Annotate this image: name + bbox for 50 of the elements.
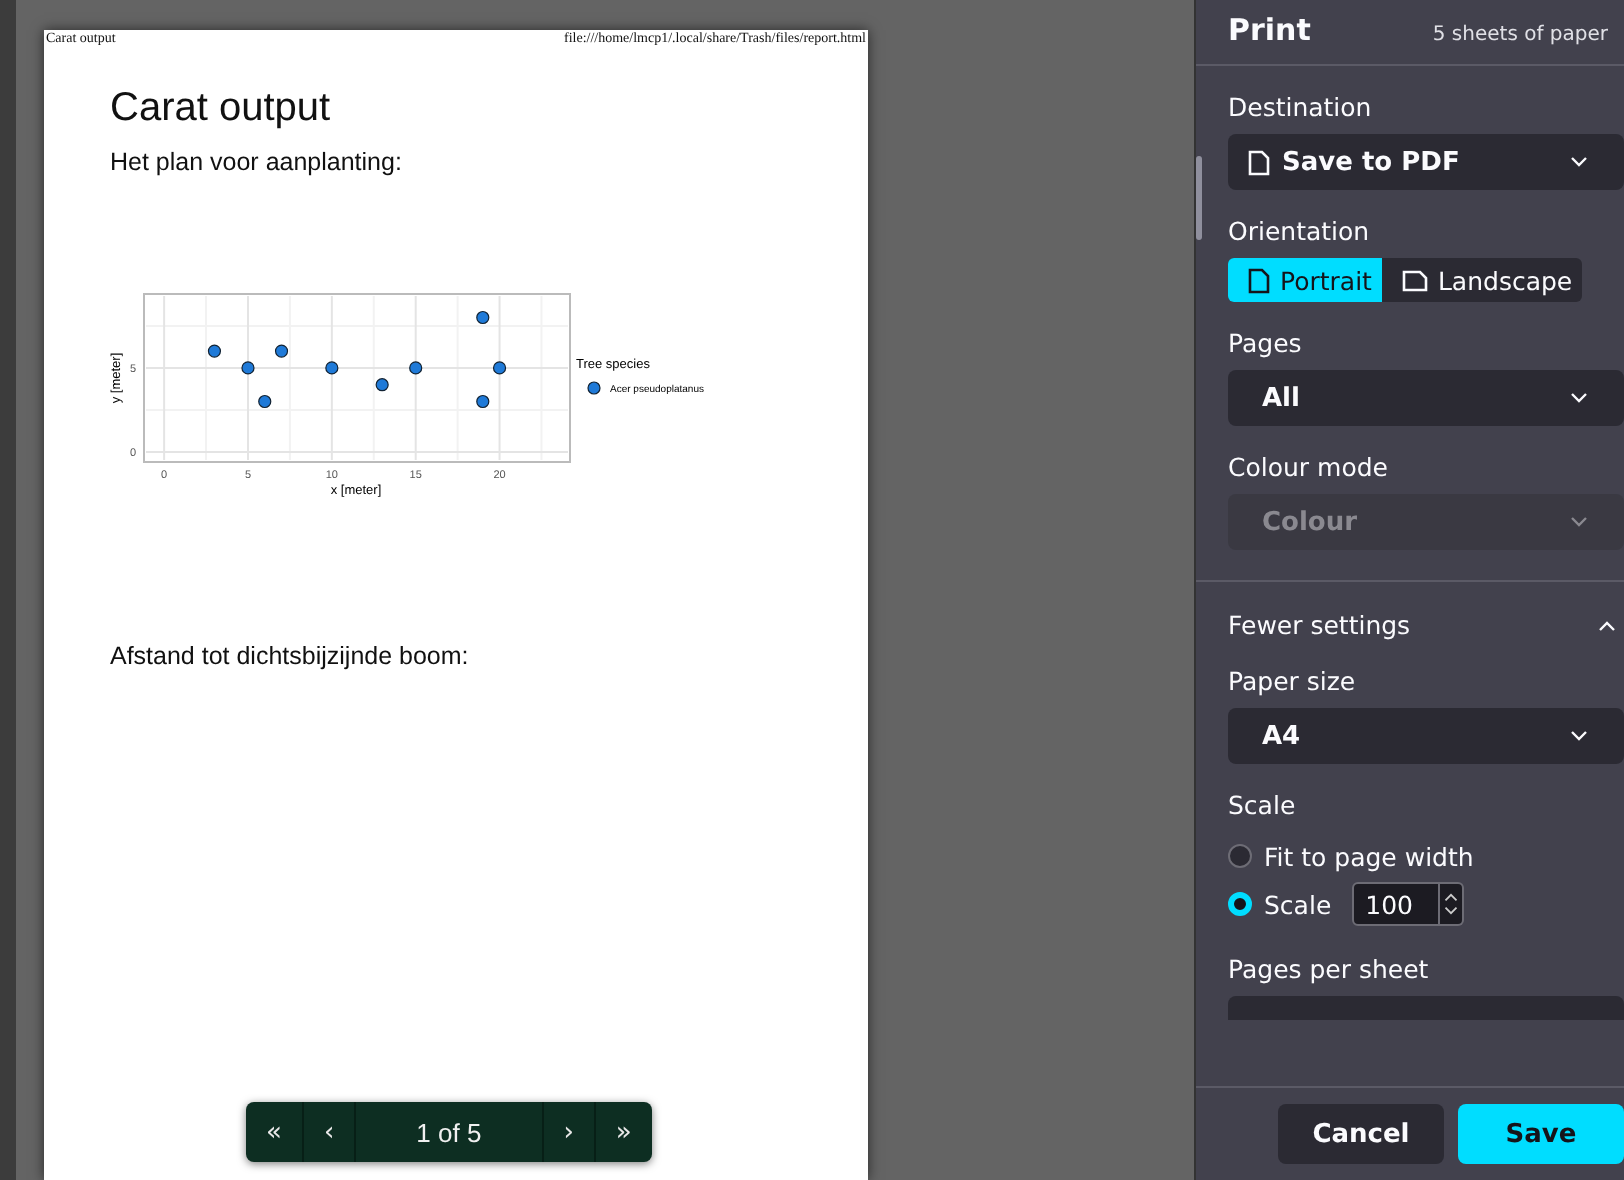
data-point: [207, 344, 222, 358]
chevron-down-icon: [1570, 516, 1588, 528]
document-icon: [1401, 269, 1428, 291]
field-label: Destination: [1228, 92, 1374, 122]
orientation-option[interactable]: Landscape: [1381, 258, 1583, 302]
field-label: Pages: [1228, 328, 1304, 358]
panel-title: Print: [1228, 12, 1311, 48]
destination-select[interactable]: Save to PDF: [1228, 134, 1624, 190]
data-point: [492, 361, 507, 375]
data-point: [258, 394, 272, 409]
first-page-button[interactable]: «: [246, 1102, 304, 1162]
scale-field[interactable]: 100: [1351, 882, 1440, 926]
chevron-down-icon: [1570, 392, 1588, 404]
document-title: Carat output: [110, 86, 333, 132]
field-label: Colour mode: [1228, 452, 1390, 482]
radio-label[interactable]: Fit to page width: [1264, 841, 1474, 871]
field-label: Pages per sheet: [1228, 954, 1431, 984]
data-point: [375, 378, 389, 392]
paper-size-select[interactable]: A4: [1228, 708, 1624, 764]
spinner-icon[interactable]: [1439, 882, 1464, 926]
settings-toggle[interactable]: Fewer settings: [1228, 610, 1624, 640]
save-button[interactable]: Save: [1458, 1104, 1624, 1164]
radio-label[interactable]: Scale: [1264, 889, 1332, 919]
scrollbar-thumb[interactable]: [1196, 156, 1202, 240]
radio-button[interactable]: [1228, 844, 1252, 868]
chevron-up-icon: [1598, 619, 1616, 631]
field-label: Scale: [1228, 790, 1298, 820]
previous-page-button[interactable]: ‹: [303, 1102, 357, 1162]
data-point: [325, 361, 339, 375]
data-point: [476, 310, 490, 325]
document-icon: [1248, 149, 1270, 175]
field-label: Orientation: [1228, 216, 1372, 246]
data-point: [409, 361, 423, 375]
last-page-button[interactable]: »: [595, 1102, 652, 1162]
radio-button[interactable]: [1228, 892, 1252, 916]
next-page-button[interactable]: ›: [543, 1102, 596, 1162]
document-icon: [1248, 267, 1270, 293]
orientation-option[interactable]: Portrait: [1228, 258, 1382, 302]
pages-select[interactable]: All: [1228, 370, 1624, 426]
cancel-button[interactable]: Cancel: [1278, 1104, 1444, 1164]
sheet-count: 5 sheets of paper: [1432, 24, 1608, 46]
field-label: Paper size: [1228, 666, 1358, 696]
chevron-down-icon: [1570, 156, 1588, 168]
intro-text: Het plan voor aanplanting:: [110, 148, 404, 176]
section-text: Afstand tot dichtsbijzijnde boom:: [110, 642, 471, 670]
data-point: [476, 394, 490, 409]
chevron-down-icon: [1570, 730, 1588, 742]
page-status: 1 of 5: [356, 1102, 544, 1162]
data-point: [241, 361, 255, 375]
data-point: [274, 344, 289, 358]
